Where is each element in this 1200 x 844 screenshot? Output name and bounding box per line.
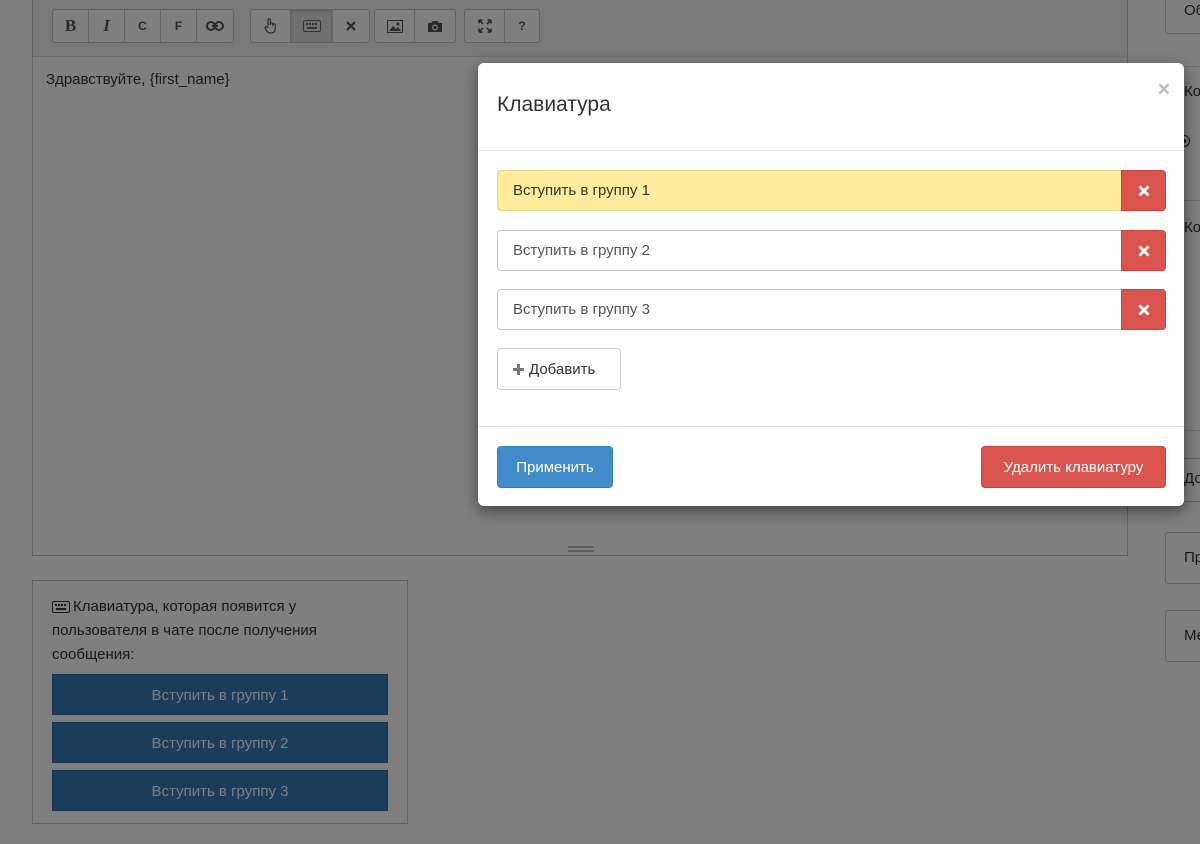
keyboard-modal: Клавиатура × Вступить в группу 1 Вступит… [478, 63, 1184, 506]
remove-row-button-3[interactable] [1121, 289, 1166, 330]
keyboard-row-3: Вступить в группу 3 [497, 289, 1166, 330]
keyboard-row-2: Вступить в группу 2 [497, 230, 1166, 271]
button-label-input-1[interactable]: Вступить в группу 1 [497, 170, 1121, 211]
modal-body: Вступить в группу 1 Вступить в группу 2 … [478, 151, 1184, 426]
close-icon [1138, 304, 1149, 315]
modal-header: Клавиатура × [478, 63, 1184, 151]
close-icon [1138, 185, 1149, 196]
remove-row-button-2[interactable] [1121, 230, 1166, 271]
keyboard-row-1: Вступить в группу 1 [497, 170, 1166, 211]
modal-footer: Применить Удалить клавиатуру [478, 426, 1184, 506]
button-label-input-2[interactable]: Вступить в группу 2 [497, 230, 1121, 271]
close-button[interactable]: × [1158, 79, 1170, 100]
button-label-input-3[interactable]: Вступить в группу 3 [497, 289, 1121, 330]
add-row-label: Добавить [529, 360, 596, 378]
modal-title: Клавиатура [497, 93, 611, 116]
close-icon [1138, 245, 1149, 256]
remove-row-button-1[interactable] [1121, 170, 1166, 211]
plus-icon [513, 363, 524, 375]
remove-keyboard-button[interactable]: Удалить клавиатуру [981, 446, 1166, 488]
add-row-button[interactable]: Добавить [497, 348, 621, 390]
apply-button[interactable]: Применить [497, 446, 613, 488]
